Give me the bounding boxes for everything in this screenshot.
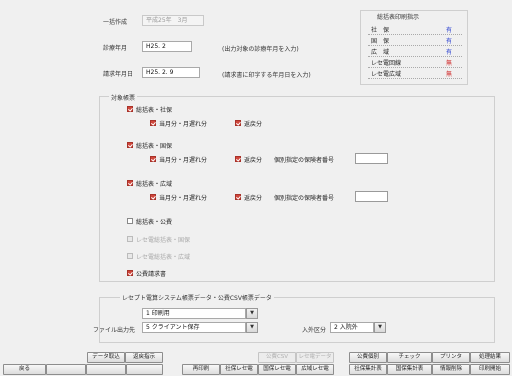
legend-row-label: 広 域 [371,49,390,56]
shaho-shukei-button[interactable]: 社保集計表 [349,364,387,375]
henrei-button[interactable]: 返戻指示 [125,352,163,363]
data-import-button[interactable]: データ取込 [87,352,125,363]
koiki-label: 総括表・広域 [136,181,173,188]
print-start-button[interactable]: 印刷開始 [470,364,510,375]
koiki-checkbox[interactable] [127,180,133,186]
kohi-seikyu-label: 公費請求書 [136,271,167,278]
result-button[interactable]: 処理結果 [470,352,510,363]
seikyu-hint: (請求書に印字する年月日を入力) [222,72,311,79]
kokuho-resep-button[interactable]: 国保レセ電 [258,364,296,375]
kokuho-current-label: 当月分・月遅れ分 [159,157,208,164]
legend-row-divider [368,45,462,46]
shaho-label: 総括表・社保 [136,107,173,114]
blank-button-2[interactable] [86,364,126,375]
resep-koiki-label: レセ電総括表・広域 [136,254,191,261]
kokuho-label: 総括表・国保 [136,143,173,150]
shinryo-input[interactable]: H25. 2 [142,41,192,52]
output-panel [99,297,495,343]
legend-row-mark: 有 [446,38,453,45]
resep-kokuho-checkbox [127,236,133,242]
output-type-select[interactable]: 1 印刷用 [142,308,246,319]
legend-row-mark: 有 [446,49,453,56]
legend-row-label: 社 保 [371,27,390,34]
shaho-current-label: 当月分・月遅れ分 [159,121,208,128]
kokuho-current-checkbox[interactable] [150,156,156,162]
resep-koiki-checkbox [127,253,133,259]
resep-data-button: レセ電データ [296,352,334,363]
seikyu-label: 請求年月日 [103,71,134,78]
koiki-current-label: 当月分・月遅れ分 [159,195,208,202]
chevron-down-icon[interactable]: ▼ [374,322,386,333]
shaho-current-checkbox[interactable] [150,120,156,126]
legend-row-label: レセ電広域 [371,71,402,78]
koiki-insurer-label: 個別指定の保険者番号 [274,195,335,202]
shaho-checkbox[interactable] [127,106,133,112]
file-output-select[interactable]: 5 クライアント保存 [142,322,246,333]
file-output-label: ファイル出力先 [93,327,136,334]
kohi-seikyu-checkbox[interactable] [127,270,133,276]
kokuho-checkbox[interactable] [127,142,133,148]
nyugai-select[interactable]: 2 入院外 [330,322,374,333]
legend-row-divider [368,78,462,79]
legend-title: 総括表印刷指示 [377,14,420,21]
ichikubo-label: 一括作成 [103,19,128,26]
legend-row-mark: 有 [446,27,453,34]
legend-row-mark: 無 [446,60,453,67]
legend-row-label: 国 保 [371,38,390,45]
legend-row-label: レセ電回線 [371,60,402,67]
legend-row-divider [368,67,462,68]
chevron-down-icon[interactable]: ▼ [246,322,258,333]
kokuho-return-label: 返戻分 [244,157,263,164]
legend-row-divider [368,56,462,57]
printer-button[interactable]: プリンタ [432,352,470,363]
reprint-button[interactable]: 再印刷 [182,364,220,375]
shaho-return-checkbox[interactable] [235,120,241,126]
kokuho-shukei-button[interactable]: 国保集計表 [387,364,432,375]
blank-button-3[interactable] [126,364,163,375]
shinryo-hint: (出力対象の診療年月を入力) [222,46,299,53]
output-section-label: レセプト電算システム帳票データ・公費CSV帳票データ [120,293,274,302]
ichikubo-field: 平成25年 3月 [142,15,204,26]
kokuho-insurer-label: 個別指定の保険者番号 [274,157,335,164]
resep-kokuho-label: レセ電総括表・国保 [136,237,191,244]
back-button[interactable]: 戻る [3,364,46,375]
shinryo-label: 診療年月 [103,45,128,52]
koiki-resep-button[interactable]: 広域レセ電 [296,364,334,375]
koiki-return-label: 返戻分 [244,195,263,202]
koiki-return-checkbox[interactable] [235,194,241,200]
koiki-insurer-input[interactable] [355,191,388,202]
legend-row-divider [368,34,462,35]
kohi-betsu-button[interactable]: 公費個別 [349,352,387,363]
shaho-return-label: 返戻分 [244,121,263,128]
koiki-current-checkbox[interactable] [150,194,156,200]
check-button[interactable]: チェック [387,352,432,363]
shaho-resep-button[interactable]: 社保レセ電 [220,364,258,375]
nyugai-label: 入外区分 [302,327,327,334]
chevron-down-icon[interactable]: ▼ [246,308,258,319]
legend-row-mark: 無 [446,71,453,78]
target-section-label: 対象帳票 [109,93,138,102]
kohi-checkbox[interactable] [127,218,133,224]
info-delete-button[interactable]: 情報削除 [432,364,470,375]
kohi-csv-button: 公費CSV [258,352,296,363]
kokuho-return-checkbox[interactable] [235,156,241,162]
kokuho-insurer-input[interactable] [355,153,388,164]
kohi-label: 総括表・公費 [136,219,173,226]
seikyu-input[interactable]: H25. 2. 9 [142,67,200,78]
blank-button-1[interactable] [46,364,86,375]
